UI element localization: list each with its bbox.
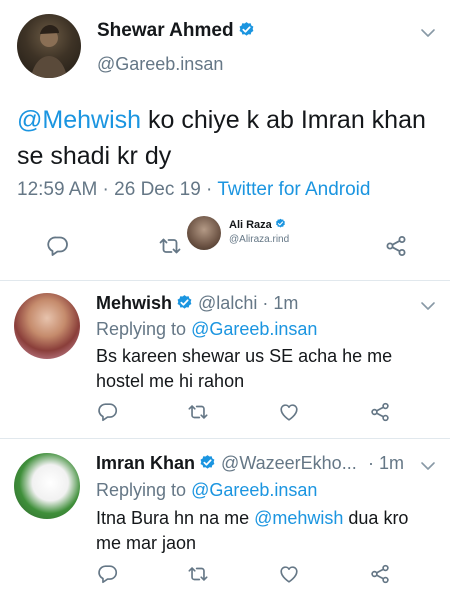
reply-time: · 1m	[262, 293, 299, 313]
replying-label: Replying to	[96, 480, 192, 500]
avatar[interactable]	[17, 14, 81, 78]
retweet-icon[interactable]	[187, 563, 209, 585]
reply-time: · 1m	[368, 453, 404, 473]
replying-label: Replying to	[96, 319, 192, 339]
replying-to: Replying to @Gareeb.insan	[96, 480, 317, 501]
reply-icon[interactable]	[46, 234, 70, 258]
reply-icon[interactable]	[97, 563, 119, 585]
author-handle[interactable]: @lalchi	[198, 293, 257, 313]
verified-icon	[199, 454, 216, 471]
tweet-actions	[0, 234, 450, 258]
tweet-actions	[0, 401, 450, 423]
mention-link[interactable]: @Mehwish	[17, 106, 141, 134]
reply-text: Itna Bura hn na me @mehwish dua kro me m…	[96, 506, 426, 556]
reply-header: Imran Khan @WazeerEkho...	[96, 453, 357, 474]
replying-handle-link[interactable]: @Gareeb.insan	[191, 319, 317, 339]
reply-tweet[interactable]: Mehwish @lalchi · 1m Replying to @Gareeb…	[0, 281, 450, 438]
share-icon[interactable]	[369, 401, 391, 423]
reply-text-part: Itna Bura hn na me	[96, 508, 255, 528]
tag-name-text: Ali Raza	[229, 219, 272, 231]
tweet-source[interactable]: Twitter for Android	[217, 179, 370, 200]
replying-handle-link[interactable]: @Gareeb.insan	[191, 480, 317, 500]
like-icon[interactable]	[278, 563, 300, 585]
reply-icon[interactable]	[97, 401, 119, 423]
like-icon[interactable]	[278, 401, 300, 423]
share-icon[interactable]	[369, 563, 391, 585]
reply-tweet[interactable]: Imran Khan @WazeerEkho... · 1m Replying …	[0, 439, 450, 604]
avatar[interactable]	[14, 293, 80, 359]
chevron-down-icon[interactable]	[420, 301, 436, 311]
tweet-actions	[0, 563, 450, 585]
author-handle[interactable]: @WazeerEkho...	[221, 453, 357, 473]
avatar[interactable]	[14, 453, 80, 519]
tag-name: Ali Raza	[229, 218, 286, 231]
tweet-timestamp[interactable]: 12:59 AM · 26 Dec 19 ·	[17, 179, 217, 200]
verified-icon	[275, 218, 286, 229]
author-name[interactable]: Shewar Ahmed	[97, 20, 255, 42]
chevron-down-icon[interactable]	[420, 28, 436, 38]
reply-text: Bs kareen shewar us SE acha he me hostel…	[96, 346, 393, 391]
share-icon[interactable]	[384, 234, 408, 258]
author-name[interactable]: Imran Khan	[96, 453, 195, 473]
author-name[interactable]: Mehwish	[96, 293, 172, 313]
retweet-icon[interactable]	[187, 401, 209, 423]
chevron-down-icon[interactable]	[420, 461, 436, 471]
person-silhouette-icon	[31, 25, 67, 78]
reply-header: Mehwish @lalchi · 1m	[96, 293, 298, 314]
tweet-meta: 12:59 AM · 26 Dec 19 · Twitter for Andro…	[17, 179, 370, 201]
verified-icon	[238, 21, 255, 38]
verified-icon	[176, 294, 193, 311]
tweet-text: @Mehwish ko chiye k ab Imran khan se sha…	[17, 102, 427, 174]
mention-link[interactable]: @mehwish	[254, 508, 343, 528]
author-handle[interactable]: @Gareeb.insan	[97, 54, 223, 75]
replying-to: Replying to @Gareeb.insan	[96, 319, 317, 340]
author-name-text: Shewar Ahmed	[97, 20, 234, 41]
retweet-icon[interactable]	[158, 234, 182, 258]
